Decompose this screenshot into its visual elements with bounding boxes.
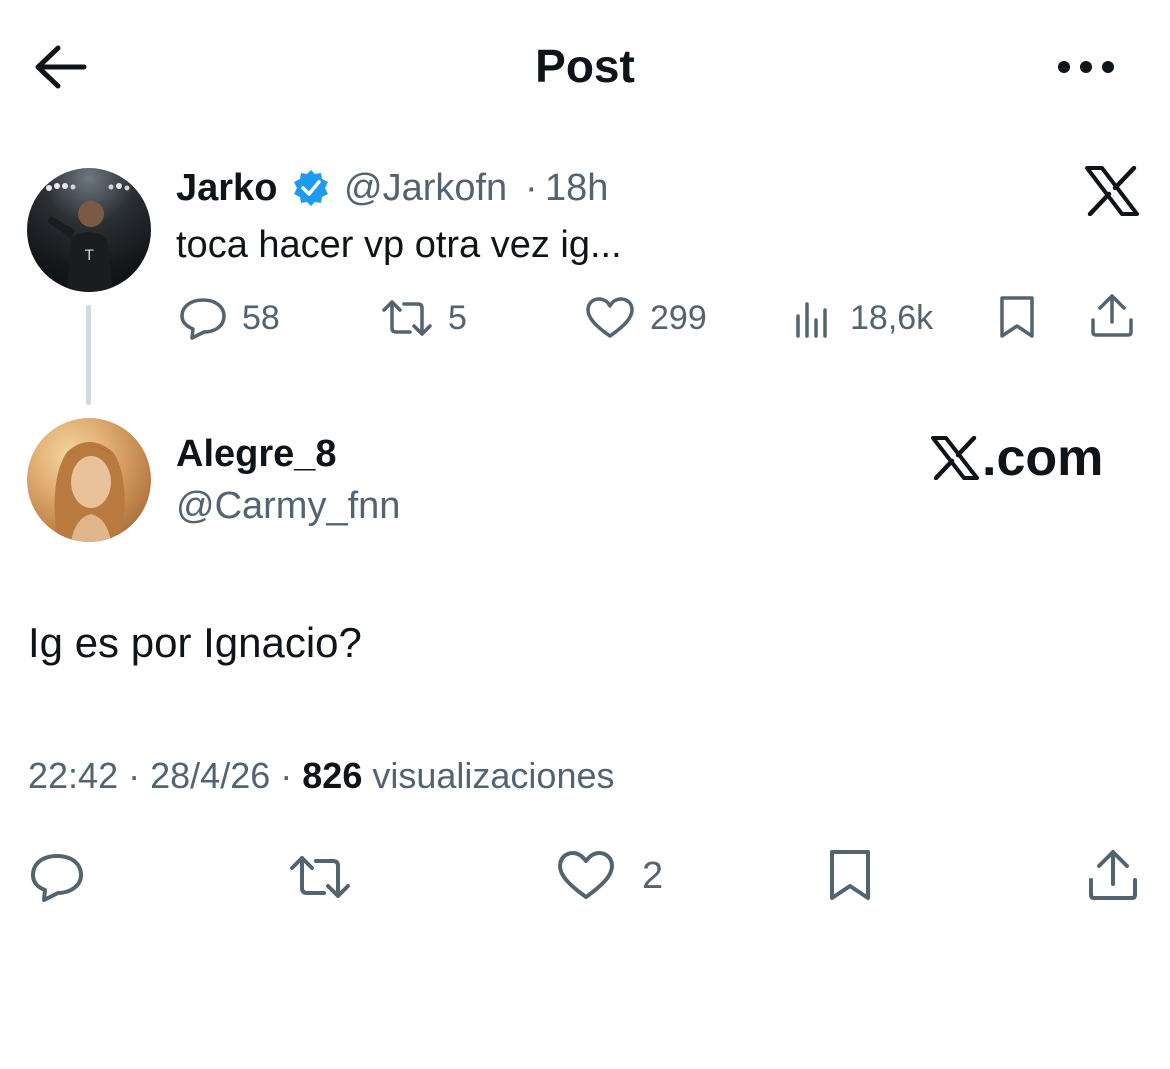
thread-line <box>86 305 91 405</box>
like-count: 2 <box>642 855 664 897</box>
views-count: 18,6k <box>850 299 934 337</box>
repost-icon <box>380 296 434 340</box>
share-button[interactable] <box>1086 848 1140 902</box>
x-com-watermark: .com <box>930 428 1103 488</box>
reply-icon <box>178 296 228 340</box>
author-name-alegre[interactable]: Alegre_8 <box>176 432 337 476</box>
like-button[interactable]: 2 <box>556 850 663 902</box>
tweet-time[interactable]: 18h <box>545 166 608 210</box>
author-handle-alegre[interactable]: @Carmy_fnn <box>176 484 400 528</box>
bookmark-icon <box>996 294 1038 340</box>
author-name-jarko[interactable]: Jarko <box>176 166 277 210</box>
share-button[interactable] <box>1088 292 1136 338</box>
author-handle-jarko[interactable]: @Jarkofn <box>344 166 507 210</box>
more-options-icon[interactable] <box>1056 56 1116 78</box>
repost-icon <box>288 852 352 902</box>
svg-text:T: T <box>84 248 94 264</box>
like-count: 299 <box>650 299 707 337</box>
verified-badge-icon <box>291 168 331 208</box>
heart-icon <box>556 850 616 902</box>
heart-icon <box>584 296 636 340</box>
repost-button[interactable]: 5 <box>380 296 467 340</box>
page-title: Post <box>535 40 635 92</box>
post-time[interactable]: 22:42 <box>28 755 118 796</box>
reply-text: Ig es por Ignacio? <box>28 619 362 666</box>
views-label: visualizaciones <box>372 755 615 796</box>
reply-button[interactable]: 58 <box>178 296 280 340</box>
reply-count: 58 <box>242 299 280 337</box>
meta-separator: · <box>280 755 293 796</box>
repost-button[interactable] <box>288 852 352 902</box>
x-logo-icon <box>930 436 982 480</box>
bookmark-button[interactable] <box>996 294 1038 340</box>
meta-separator: · <box>128 755 141 796</box>
share-icon <box>1088 292 1136 338</box>
repost-count: 5 <box>448 299 467 337</box>
views-button[interactable]: 18,6k <box>792 296 933 340</box>
bookmark-button[interactable] <box>826 848 874 902</box>
x-logo-icon <box>1084 166 1140 216</box>
watermark-text: .com <box>982 429 1104 487</box>
tweet-text: toca hacer vp otra vez ig... <box>176 224 622 266</box>
reply-button[interactable] <box>28 852 86 902</box>
post-date[interactable]: 28/4/26 <box>150 755 270 796</box>
share-icon <box>1086 848 1140 902</box>
analytics-icon <box>792 296 836 340</box>
like-button[interactable]: 299 <box>584 296 707 340</box>
separator-dot: · <box>525 167 538 209</box>
avatar-alegre[interactable] <box>27 418 151 542</box>
reply-icon <box>28 852 86 902</box>
views-count: 826 <box>302 755 363 796</box>
bookmark-icon <box>826 848 874 902</box>
avatar-jarko[interactable]: T <box>27 168 151 292</box>
post-meta: 22:42 · 28/4/26 · 826 visualizaciones <box>28 754 615 798</box>
